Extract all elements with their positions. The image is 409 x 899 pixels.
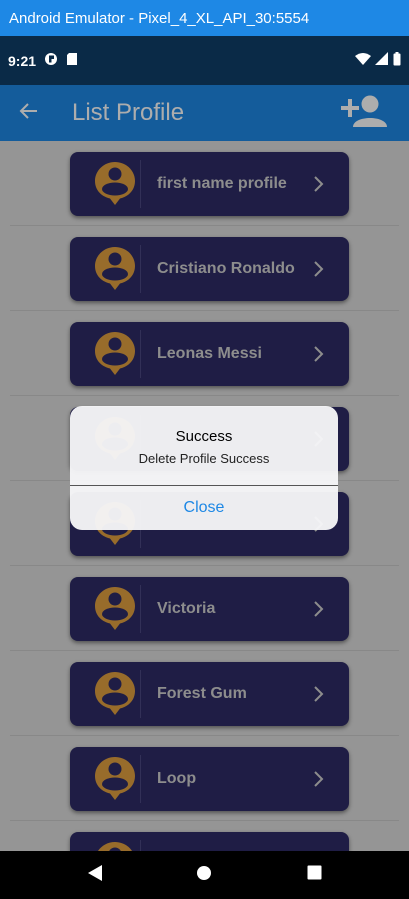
signal-icon	[375, 52, 389, 69]
nav-back-button[interactable]	[75, 855, 115, 895]
circle-home-icon	[196, 865, 212, 886]
emulator-title-bar: Android Emulator - Pixel_4_XL_API_30:555…	[0, 0, 409, 36]
status-time: 9:21	[8, 52, 37, 69]
close-button[interactable]: Close	[70, 486, 338, 530]
success-dialog: Success Delete Profile Success Close	[70, 406, 338, 530]
status-bar: 9:21	[0, 36, 409, 85]
sd-card-icon	[66, 52, 78, 69]
battery-icon	[393, 52, 401, 69]
system-nav-bar	[0, 851, 409, 899]
app-notification-icon	[44, 52, 58, 69]
nav-recents-button[interactable]	[294, 855, 334, 895]
nav-home-button[interactable]	[184, 855, 224, 895]
wifi-icon	[355, 52, 371, 69]
emulator-title: Android Emulator - Pixel_4_XL_API_30:555…	[9, 9, 310, 27]
square-recents-icon	[307, 865, 322, 885]
dialog-title: Success	[175, 428, 233, 445]
dialog-message: Delete Profile Success	[138, 451, 270, 466]
triangle-back-icon	[87, 864, 103, 887]
